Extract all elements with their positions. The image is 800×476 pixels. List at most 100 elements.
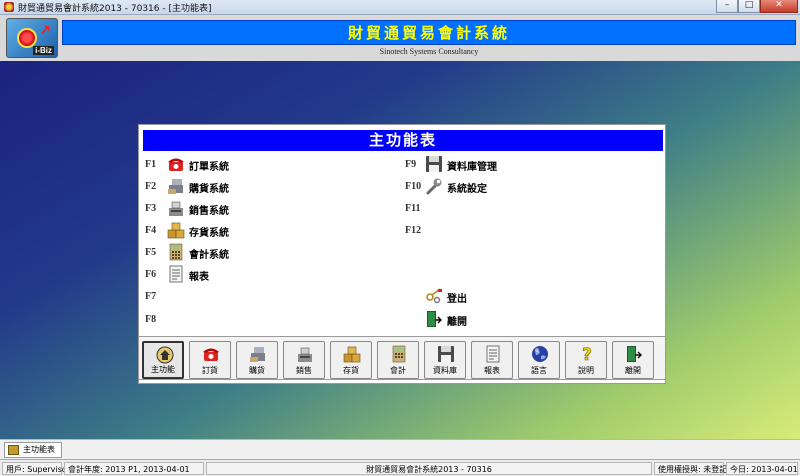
toolbar-main-menu-button[interactable]: 主功能 [142, 341, 184, 379]
menu-item-label: 購貨系統 [189, 184, 229, 195]
hotkey: F11 [405, 203, 421, 214]
status-license: 使用權授與: 未登記 [654, 462, 727, 475]
toolbar-label: 購貨 [249, 366, 265, 375]
menu-item-label: 存貨系統 [189, 228, 229, 239]
status-product: 財貿通貿易會計系統2013 - 70316 [206, 462, 652, 475]
menu-item-label: 系統設定 [447, 184, 487, 195]
close-button[interactable]: ✕ [760, 0, 798, 13]
app-name: 財貿通貿易會計系統 [347, 24, 510, 42]
hotkey: F5 [145, 247, 157, 258]
toolbar-label: 語言 [531, 366, 547, 375]
hotkey: F8 [145, 314, 157, 325]
ibiz-logo: ↗ i-Biz [6, 18, 58, 58]
app-header: ↗ i-Biz 財貿通貿易會計系統 Sinotech Systems Consu… [0, 15, 800, 61]
hotkey: F3 [145, 203, 157, 214]
menu-item-label: 銷售系統 [189, 206, 229, 217]
logout-item[interactable]: 登出 [425, 287, 525, 307]
menu-item-label: 會計系統 [189, 250, 229, 261]
toolbar-help-button[interactable]: ? 說明 [565, 341, 607, 379]
menu-item-f8[interactable]: F8 [145, 310, 345, 330]
hotkey: F7 [145, 291, 157, 302]
menu-item-label: 資料庫管理 [447, 162, 497, 173]
company-name: Sinotech Systems Consultancy [379, 47, 479, 56]
window-tab-bar: 主功能表 [0, 439, 800, 459]
menu-item-f2[interactable]: F2 購貨系統 [145, 177, 345, 197]
minimize-button[interactable]: – [716, 0, 738, 13]
telephone-icon [167, 155, 185, 173]
menu-item-f12[interactable]: F12 [405, 221, 605, 241]
main-toolbar: 主功能 訂貨 購貨 銷售 存貨 會計 資料庫 報表 語言 ? 說明 離開 [138, 336, 666, 380]
menu-item-f4[interactable]: F4 存貨系統 [145, 221, 345, 241]
logo-tag: i-Biz [33, 46, 54, 55]
toolbar-label: 說明 [578, 366, 594, 375]
toolbar-label: 存貨 [343, 366, 359, 375]
toolbar-sales-button[interactable]: 銷售 [283, 341, 325, 379]
menu-item-f1[interactable]: F1 訂單系統 [145, 155, 345, 175]
report-icon [167, 265, 185, 283]
toolbar-label: 離開 [625, 366, 641, 375]
home-icon [156, 346, 174, 364]
exit-item[interactable]: 離開 [425, 310, 525, 330]
hotkey: F12 [405, 225, 422, 236]
cash-register-icon [249, 345, 267, 363]
svg-text:?: ? [582, 345, 592, 363]
window-titlebar: 財貿通貿易會計系統2013 - 70316 - [主功能表] – □ ✕ [0, 0, 800, 15]
boxes-icon [343, 345, 361, 363]
app-name-banner: 財貿通貿易會計系統 [62, 20, 796, 45]
toolbar-accounting-button[interactable]: 會計 [377, 341, 419, 379]
maximize-button[interactable]: □ [738, 0, 760, 13]
status-user: 用戶: Supervisor [2, 462, 70, 475]
menu-item-f10[interactable]: F10 系統設定 [405, 177, 605, 197]
menu-item-f6[interactable]: F6 報表 [145, 265, 345, 285]
toolbar-inventory-button[interactable]: 存貨 [330, 341, 372, 379]
report-icon [484, 345, 502, 363]
exit-label: 離開 [447, 317, 467, 328]
toolbar-report-button[interactable]: 報表 [471, 341, 513, 379]
hotkey: F4 [145, 225, 157, 236]
menu-item-f9[interactable]: F9 資料庫管理 [405, 155, 605, 175]
menu-item-f3[interactable]: F3 銷售系統 [145, 199, 345, 219]
menu-item-f5[interactable]: F5 會計系統 [145, 243, 345, 263]
menu-item-label: 訂單系統 [189, 162, 229, 173]
app-icon[interactable] [4, 2, 14, 12]
tab-icon [8, 445, 19, 455]
hotkey: F1 [145, 159, 157, 170]
telephone-icon [202, 345, 220, 363]
hotkey: F6 [145, 269, 157, 280]
floppy-disk-icon [437, 345, 455, 363]
floppy-disk-icon [425, 155, 443, 173]
toolbar-purchase-button[interactable]: 購貨 [236, 341, 278, 379]
calculator-icon [390, 345, 408, 363]
calculator-icon [167, 243, 185, 261]
toolbar-label: 報表 [484, 366, 500, 375]
toolbar-exit-button[interactable]: 離開 [612, 341, 654, 379]
register-scale-icon [167, 199, 185, 217]
toolbar-database-button[interactable]: 資料庫 [424, 341, 466, 379]
menu-title: 主功能表 [143, 130, 663, 151]
toolbar-label: 會計 [390, 366, 406, 375]
toolbar-label: 銷售 [296, 366, 312, 375]
help-icon: ? [578, 345, 596, 363]
tab-main-menu[interactable]: 主功能表 [4, 442, 62, 458]
hotkey: F2 [145, 181, 157, 192]
status-today: 今日: 2013-04-01 [726, 462, 798, 475]
hotkey: F9 [405, 159, 417, 170]
tab-label: 主功能表 [23, 445, 55, 454]
toolbar-order-button[interactable]: 訂貨 [189, 341, 231, 379]
window-controls: – □ ✕ [716, 0, 798, 13]
exit-door-icon [425, 310, 443, 328]
wrench-icon [425, 177, 443, 195]
cash-register-icon [167, 177, 185, 195]
toolbar-label: 訂貨 [202, 366, 218, 375]
hotkey: F10 [405, 181, 422, 192]
menu-item-f11[interactable]: F11 [405, 199, 605, 219]
toolbar-label: 主功能 [151, 365, 175, 374]
boxes-icon [167, 221, 185, 239]
window-title: 財貿通貿易會計系統2013 - 70316 - [主功能表] [18, 3, 212, 14]
status-fiscal-period: 會計年度: 2013 P1, 2013-04-01 [64, 462, 204, 475]
status-bar: 用戶: Supervisor 會計年度: 2013 P1, 2013-04-01… [0, 459, 800, 476]
menu-item-label: 報表 [189, 272, 209, 283]
toolbar-language-button[interactable]: 語言 [518, 341, 560, 379]
toolbar-label: 資料庫 [433, 366, 457, 375]
menu-item-f7[interactable]: F7 [145, 287, 345, 307]
